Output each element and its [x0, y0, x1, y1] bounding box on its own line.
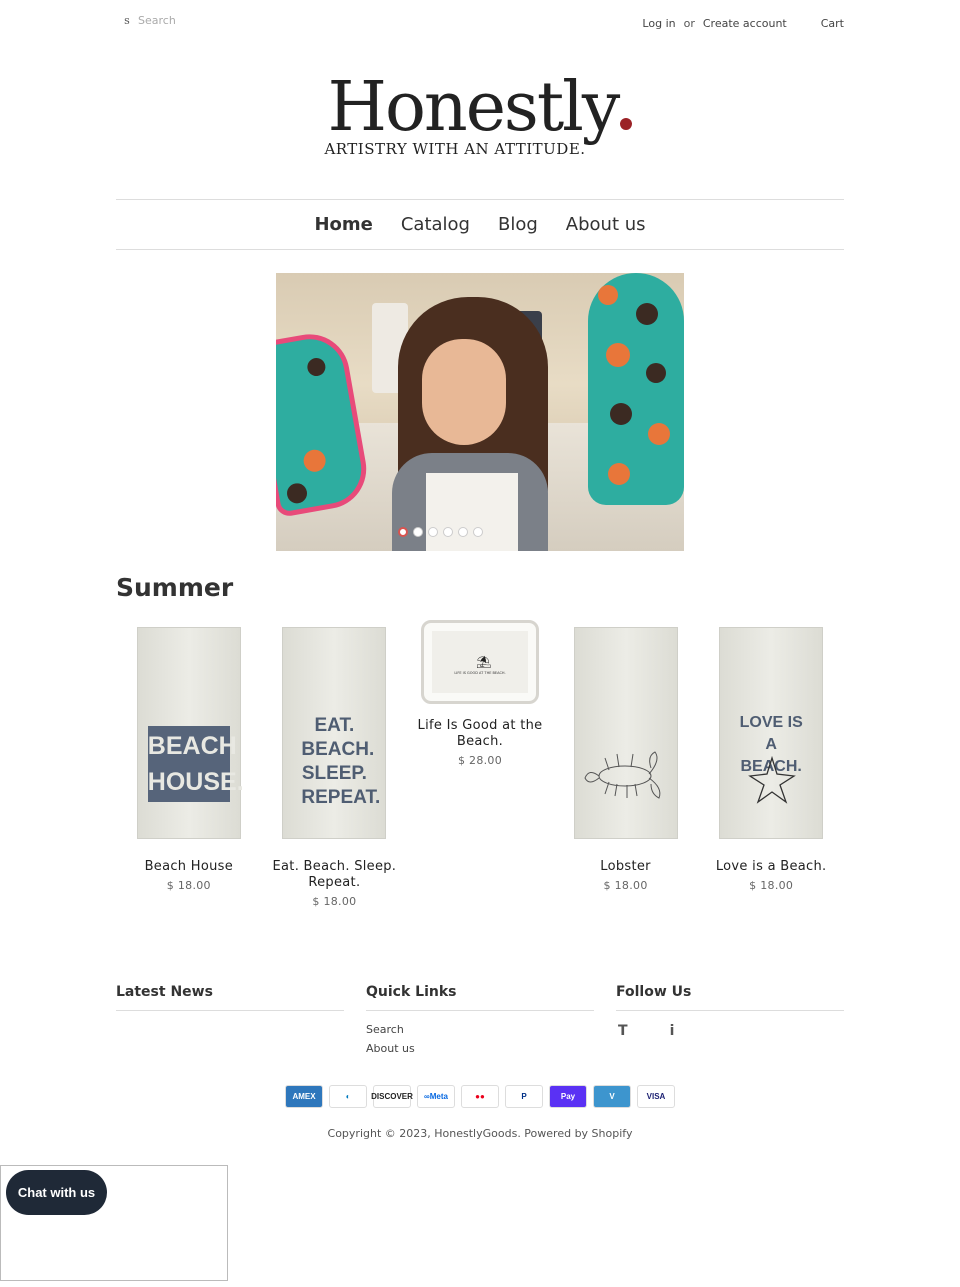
slide-girl-apron — [426, 473, 518, 551]
venmo-icon: V — [593, 1085, 631, 1108]
footer-link-about-us[interactable]: About us — [366, 1042, 415, 1055]
product-image[interactable]: LOVE IS A BEACH. — [719, 627, 824, 839]
footer-quick-links: Quick Links Search About us — [366, 984, 594, 1061]
nav-home[interactable]: Home — [314, 214, 372, 235]
twitter-icon[interactable]: T — [618, 1023, 628, 1039]
product-name[interactable]: Lobster — [553, 859, 699, 875]
logo-dot — [620, 118, 633, 130]
logo-wordmark: Honestly — [327, 68, 621, 147]
product-name[interactable]: Life Is Good at the Beach. — [407, 718, 553, 750]
diners-club-icon: ◐ — [329, 1085, 367, 1108]
footer-follow-us: Follow Us T i — [616, 984, 844, 1061]
product-card[interactable]: EAT. BEACH. SLEEP. REPEAT. Eat. Beach. S… — [262, 620, 408, 908]
footer-heading: Latest News — [116, 984, 344, 1011]
mastercard-icon: ●● — [461, 1085, 499, 1108]
product-image[interactable] — [573, 627, 678, 839]
slide-dot-2[interactable] — [412, 527, 423, 537]
instagram-icon[interactable]: i — [670, 1023, 675, 1039]
product-card[interactable]: ⛱ LIFE IS GOOD AT THE BEACH. Life Is Goo… — [407, 620, 553, 908]
chat-with-us-button[interactable]: Chat with us — [6, 1170, 107, 1215]
search-form: s — [116, 14, 298, 27]
slide-dot-3[interactable] — [427, 527, 438, 537]
tray-print: LIFE IS GOOD AT THE BEACH. — [454, 671, 506, 675]
nav-catalog[interactable]: Catalog — [401, 214, 470, 235]
site-logo[interactable]: Honestly ARTISTRY WITH AN ATTITUDE. — [0, 72, 960, 158]
discover-icon: DISCOVER — [371, 1085, 413, 1108]
product-grid: BEACH HOUSE. Beach House $ 18.00 EAT. BE… — [116, 620, 844, 908]
create-account-link[interactable]: Create account — [703, 17, 787, 30]
product-card[interactable]: Lobster $ 18.00 — [553, 620, 699, 908]
copyright: Copyright © 2023, HonestlyGoods. Powered… — [0, 1127, 960, 1140]
product-price: $ 18.00 — [166, 879, 211, 892]
product-image[interactable]: BEACH HOUSE. — [136, 627, 244, 839]
store-name-link[interactable]: HonestlyGoods — [434, 1127, 517, 1140]
payment-icons: AMEX ◐ DISCOVER ∞Meta ●● P Pay V VISA — [0, 1085, 960, 1108]
shop-pay-icon: Pay — [549, 1085, 587, 1108]
lobster-illustration — [584, 751, 660, 799]
slide-dot-5[interactable] — [457, 527, 468, 537]
slide-oven-mitt — [588, 273, 684, 505]
product-image[interactable]: EAT. BEACH. SLEEP. REPEAT. — [282, 627, 387, 839]
product-card[interactable]: BEACH HOUSE. Beach House $ 18.00 — [116, 620, 262, 908]
hero-slideshow[interactable] — [276, 273, 684, 551]
top-bar: s Log in or Create account Cart — [116, 0, 844, 46]
product-name[interactable]: Beach House — [116, 859, 262, 875]
slide-dot-4[interactable] — [442, 527, 453, 537]
slide-pagination — [276, 527, 644, 537]
product-name[interactable]: Love is a Beach. — [698, 859, 844, 875]
product-price: $ 28.00 — [457, 754, 503, 767]
search-input[interactable] — [138, 14, 298, 27]
amex-icon: AMEX — [285, 1085, 323, 1108]
slide-pot-holder — [276, 328, 373, 518]
product-price: $ 18.00 — [603, 879, 648, 892]
product-card[interactable]: LOVE IS A BEACH. Love is a Beach. $ 18.0… — [698, 620, 844, 908]
nav-about-us[interactable]: About us — [566, 214, 646, 235]
footer-latest-news: Latest News — [116, 984, 344, 1061]
slide-dot-1[interactable] — [397, 527, 408, 537]
product-image[interactable]: ⛱ LIFE IS GOOD AT THE BEACH. — [420, 620, 539, 704]
or-separator: or — [683, 17, 695, 30]
beach-chair-icon: ⛱ — [475, 655, 492, 669]
login-link[interactable]: Log in — [642, 17, 675, 30]
paypal-icon: P — [505, 1085, 543, 1108]
slide-girl-face — [422, 339, 506, 445]
search-icon[interactable]: s — [116, 14, 138, 27]
starfish-illustration — [748, 755, 797, 804]
nav-blog[interactable]: Blog — [498, 214, 538, 235]
logo-tagline: ARTISTRY WITH AN ATTITUDE. — [324, 140, 586, 158]
footer-link-search[interactable]: Search — [366, 1023, 404, 1036]
meta-pay-icon: ∞Meta — [417, 1085, 455, 1108]
visa-icon: VISA — [637, 1085, 675, 1108]
powered-by: . Powered by Shopify — [517, 1127, 633, 1140]
product-price: $ 18.00 — [312, 895, 357, 908]
account-links: Log in or Create account Cart — [642, 17, 844, 30]
product-price: $ 18.00 — [749, 879, 794, 892]
towel-print: EAT. BEACH. SLEEP. REPEAT. — [301, 715, 381, 808]
towel-print: BEACH HOUSE. — [147, 726, 244, 802]
cart-link[interactable]: Cart — [821, 17, 844, 30]
main-navigation: Home Catalog Blog About us — [116, 199, 844, 250]
product-name[interactable]: Eat. Beach. Sleep. Repeat. — [262, 859, 408, 891]
footer-heading: Quick Links — [366, 984, 594, 1011]
copyright-prefix: Copyright © 2023, — [327, 1127, 431, 1140]
footer-heading: Follow Us — [616, 984, 844, 1011]
slide-dot-6[interactable] — [472, 527, 483, 537]
collection-title[interactable]: Summer — [116, 573, 233, 602]
footer-columns: Latest News Quick Links Search About us … — [116, 984, 844, 1061]
